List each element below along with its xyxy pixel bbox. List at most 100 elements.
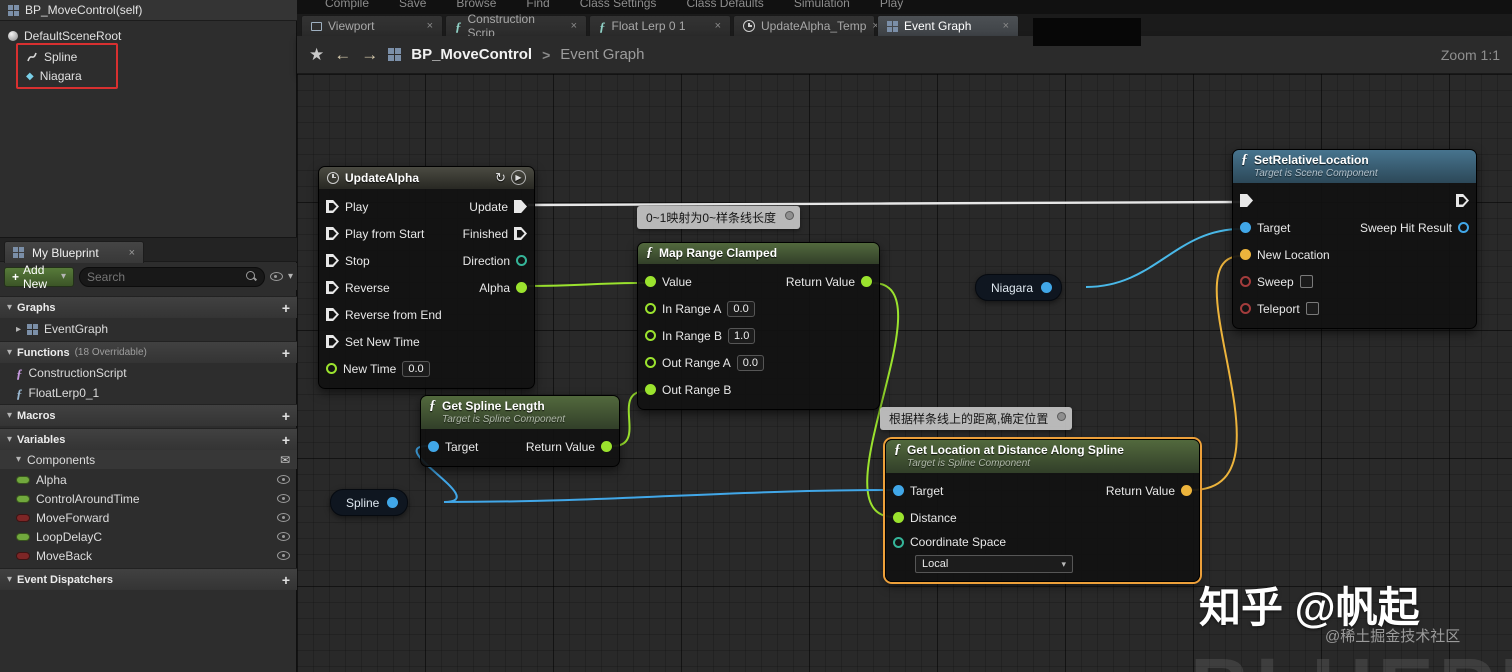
float-pin-out-range-b[interactable] [645, 384, 656, 395]
vector-pin-return-value[interactable] [1181, 485, 1192, 496]
list-item-floatlerp[interactable]: ƒ FloatLerp0_1 [0, 383, 297, 403]
variable-row-loopdelayc[interactable]: LoopDelayC [0, 527, 297, 546]
float-pin-return-value[interactable] [601, 441, 612, 452]
add-dispatcher-button[interactable]: + [282, 572, 290, 588]
out-range-a-field[interactable]: 0.0 [736, 354, 765, 371]
object-pin-target[interactable] [428, 441, 439, 452]
float-pin-in-range-a[interactable] [645, 303, 656, 314]
in-range-b-field[interactable]: 1.0 [728, 327, 756, 344]
teleport-checkbox[interactable] [1305, 302, 1319, 315]
exec-pin-play-from-start[interactable] [326, 227, 339, 240]
variable-row-moveforward[interactable]: MoveForward [0, 508, 297, 527]
close-icon[interactable]: × [571, 20, 577, 32]
sweep-checkbox[interactable] [1299, 275, 1313, 288]
loop-icon[interactable]: ↻ [495, 171, 506, 184]
bool-pin-sweep[interactable] [1240, 276, 1251, 287]
close-icon[interactable]: × [129, 247, 135, 259]
event-graph-canvas[interactable]: UpdateAlpha ↻ ▶ Play Update Play from St… [297, 74, 1512, 672]
tab-updatealpha-template[interactable]: UpdateAlpha_Temp × [733, 15, 879, 36]
float-pin-value[interactable] [645, 276, 656, 287]
add-variable-button[interactable]: + [282, 432, 290, 448]
section-event-dispatchers[interactable]: ▾ Event Dispatchers + [0, 568, 297, 590]
section-graphs[interactable]: ▾ Graphs + [0, 296, 297, 318]
float-pin-new-time[interactable] [326, 363, 337, 374]
variable-row-controlaroundtime[interactable]: ControlAroundTime [0, 489, 297, 508]
eye-icon[interactable] [277, 494, 290, 503]
list-item-eventgraph[interactable]: ▸ EventGraph [0, 319, 297, 339]
chevron-right-icon[interactable]: ▸ [16, 324, 21, 335]
enum-pin-direction[interactable] [516, 255, 527, 266]
add-graph-button[interactable]: + [282, 300, 290, 316]
node-get-spline-length[interactable]: ƒ Get Spline Length Target is Spline Com… [420, 395, 620, 467]
toolbar-play-button[interactable]: Play [880, 0, 903, 13]
node-variable-spline[interactable]: Spline [330, 489, 409, 516]
section-variables[interactable]: ▾ Variables + [0, 428, 297, 450]
back-arrow-icon[interactable]: ← [334, 45, 351, 65]
exec-pin-in[interactable] [1240, 194, 1253, 207]
object-pin-target[interactable] [893, 485, 904, 496]
tab-my-blueprint[interactable]: My Blueprint × [4, 241, 144, 263]
tab-event-graph[interactable]: Event Graph × [877, 15, 1019, 36]
node-comment-bubble[interactable]: 根据样条线上的距离,确定位置 [880, 407, 1073, 430]
tree-item-niagara[interactable]: ◆ Niagara [26, 67, 82, 85]
float-pin-alpha[interactable] [516, 282, 527, 293]
node-setrelativelocation[interactable]: ƒ SetRelativeLocation Target is Scene Co… [1232, 149, 1477, 329]
variable-row-alpha[interactable]: Alpha [0, 470, 297, 489]
exec-pin-reverse[interactable] [326, 281, 339, 294]
enum-pin-coordinate-space[interactable] [893, 536, 904, 548]
object-pin-target[interactable] [1240, 222, 1251, 233]
toolbar-save-button[interactable]: Save [399, 0, 426, 13]
chevron-down-icon[interactable]: ▾ [288, 271, 293, 282]
section-macros[interactable]: ▾ Macros + [0, 404, 297, 426]
exec-pin-set-new-time[interactable] [326, 335, 339, 348]
category-components[interactable]: ▾ Components ✉ [0, 450, 297, 469]
close-icon[interactable]: × [715, 20, 721, 32]
breadcrumb-root[interactable]: BP_MoveControl [411, 46, 532, 63]
list-item-constructionscript[interactable]: ƒ ConstructionScript [0, 363, 297, 383]
exec-pin-out[interactable] [1456, 194, 1469, 207]
forward-arrow-icon[interactable]: → [361, 45, 378, 65]
in-range-a-field[interactable]: 0.0 [727, 300, 755, 317]
toolbar-compile-button[interactable]: Compile [325, 0, 369, 13]
bool-pin-teleport[interactable] [1240, 303, 1251, 314]
comment-pin-icon[interactable] [1057, 412, 1067, 421]
tab-float-lerp[interactable]: ƒ Float Lerp 0 1 × [589, 15, 731, 36]
close-icon[interactable]: × [427, 20, 433, 32]
eye-icon[interactable] [277, 513, 290, 522]
close-icon[interactable]: × [1003, 20, 1009, 32]
add-macro-button[interactable]: + [282, 408, 290, 424]
comment-pin-icon[interactable] [785, 211, 795, 220]
vector-pin-new-location[interactable] [1240, 249, 1251, 260]
tab-construction-script[interactable]: ƒ Construction Scrip × [445, 12, 587, 40]
add-function-button[interactable]: + [282, 345, 290, 361]
struct-pin-sweep-hit-result[interactable] [1458, 222, 1469, 233]
object-pin-spline-out[interactable] [387, 497, 399, 508]
float-pin-return-value[interactable] [861, 276, 872, 287]
add-new-button[interactable]: + Add New ▾ [4, 263, 74, 291]
toolbar-class-defaults-button[interactable]: Class Defaults [686, 0, 763, 13]
node-comment-bubble[interactable]: 0~1映射为0~样条线长度 [637, 206, 801, 229]
exec-pin-finished[interactable] [514, 227, 527, 240]
float-pin-out-range-a[interactable] [645, 357, 656, 368]
exec-pin-update[interactable] [514, 200, 527, 213]
new-time-value-field[interactable]: 0.0 [402, 360, 430, 377]
visibility-filter-icon[interactable] [269, 272, 283, 281]
favorite-star-icon[interactable]: ★ [309, 45, 324, 65]
object-pin-niagara-out[interactable] [1041, 282, 1053, 293]
eye-icon[interactable] [277, 551, 290, 560]
exec-pin-stop[interactable] [326, 254, 339, 267]
tree-item-spline[interactable]: Spline [26, 48, 77, 66]
toolbar-simulation-button[interactable]: Simulation [794, 0, 850, 13]
exec-pin-reverse-from-end[interactable] [326, 308, 339, 321]
eye-icon[interactable] [277, 532, 290, 541]
node-map-range-clamped[interactable]: ƒ Map Range Clamped Value Return Value I… [637, 242, 880, 410]
node-variable-niagara[interactable]: Niagara [975, 274, 1063, 301]
float-pin-distance[interactable] [893, 512, 904, 523]
play-icon[interactable]: ▶ [511, 170, 526, 185]
tree-item-defaultsceneroot[interactable]: DefaultSceneRoot [8, 27, 121, 45]
node-get-location-at-distance-along-spline[interactable]: ƒ Get Location at Distance Along Spline … [885, 439, 1200, 582]
section-functions[interactable]: ▾ Functions (18 Overridable) + [0, 341, 297, 363]
exec-pin-play[interactable] [326, 200, 339, 213]
variable-row-moveback[interactable]: MoveBack [0, 546, 297, 565]
breadcrumb-current[interactable]: Event Graph [560, 46, 644, 63]
